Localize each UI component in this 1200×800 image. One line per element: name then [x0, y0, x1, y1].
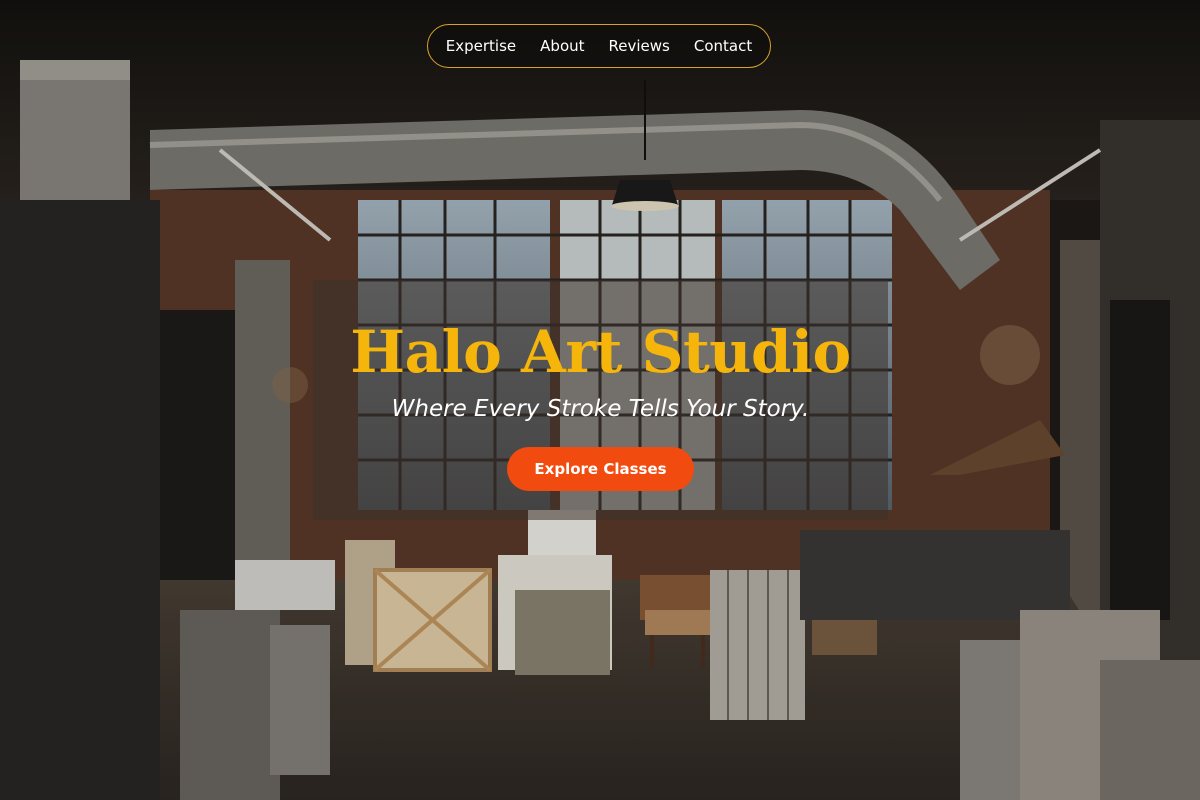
- main-nav: Expertise About Reviews Contact: [427, 24, 771, 68]
- nav-link-expertise[interactable]: Expertise: [446, 37, 516, 55]
- nav-link-reviews[interactable]: Reviews: [609, 37, 670, 55]
- nav-link-contact[interactable]: Contact: [694, 37, 752, 55]
- hero-tagline: Where Every Stroke Tells Your Story.: [391, 396, 810, 422]
- nav-link-about[interactable]: About: [540, 37, 584, 55]
- hero-title: Halo Art Studio: [350, 318, 851, 386]
- hero-panel: Halo Art Studio Where Every Stroke Tells…: [313, 280, 888, 520]
- explore-classes-button[interactable]: Explore Classes: [507, 447, 694, 491]
